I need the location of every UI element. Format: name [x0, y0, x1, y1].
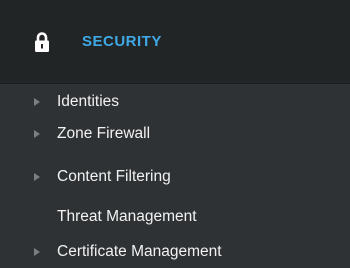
nav-item-zone-firewall[interactable]: Zone Firewall	[0, 121, 350, 149]
section-title: SECURITY	[82, 33, 162, 50]
chevron-right-icon	[34, 248, 40, 256]
nav-item-label: Zone Firewall	[57, 125, 151, 142]
nav-item-content-filtering[interactable]: Content Filtering	[0, 164, 350, 192]
chevron-right-icon	[34, 173, 40, 181]
security-nav-panel: SECURITY Identities Zone Firewall Conten…	[0, 0, 350, 268]
nav-item-label: Threat Management	[57, 208, 197, 225]
chevron-right-icon	[34, 98, 40, 106]
nav-item-label: Identities	[57, 93, 120, 110]
nav-item-threat-management[interactable]: Threat Management	[0, 204, 350, 232]
nav-item-label: Content Filtering	[57, 168, 171, 185]
lock-icon	[35, 32, 49, 52]
nav-item-identities[interactable]: Identities	[0, 89, 350, 117]
nav-item-label: Certificate Management	[57, 243, 222, 260]
chevron-right-icon	[34, 130, 40, 138]
section-header[interactable]: SECURITY	[0, 0, 350, 84]
nav-item-certificate-management[interactable]: Certificate Management	[0, 239, 350, 267]
